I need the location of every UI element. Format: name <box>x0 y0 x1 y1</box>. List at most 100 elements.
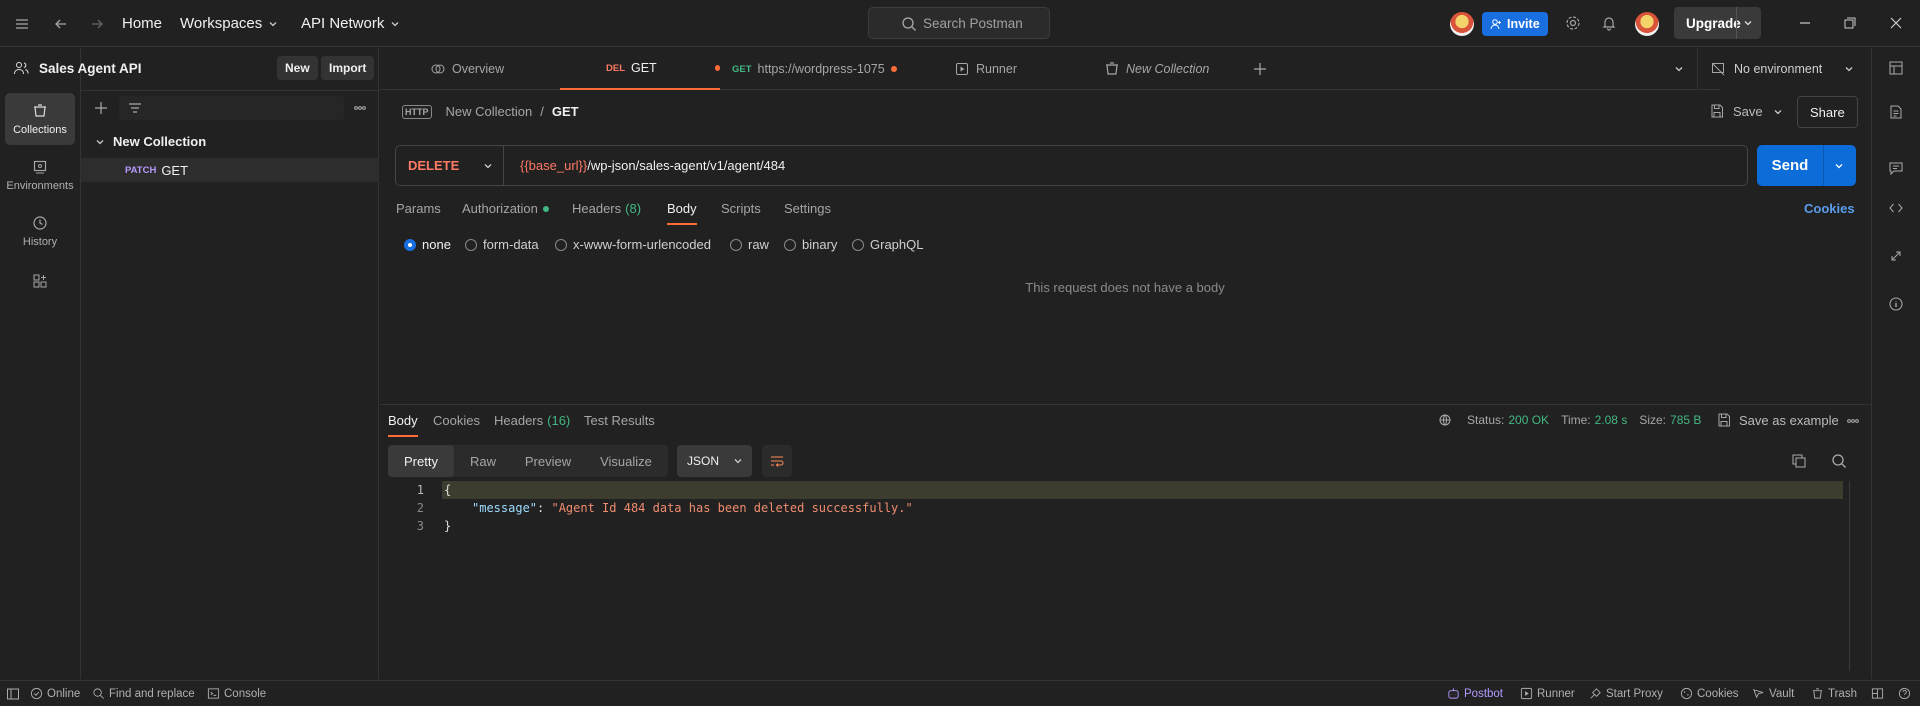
environment-quicklook-icon[interactable] <box>1888 60 1904 76</box>
more-options-icon[interactable] <box>353 101 367 115</box>
response-tab-body[interactable]: Body <box>388 413 418 437</box>
vault-button[interactable]: Vault <box>1752 681 1794 706</box>
help-icon[interactable] <box>1898 681 1911 706</box>
comments-icon[interactable] <box>1888 160 1904 176</box>
rail-item-collections[interactable]: Collections <box>5 93 75 145</box>
tab-params[interactable]: Params <box>396 201 441 216</box>
tab-overview[interactable]: Overview <box>430 48 504 90</box>
tabs-overflow-icon[interactable] <box>1674 48 1684 90</box>
tab-del-get[interactable]: DEL GET <box>560 48 720 90</box>
time-value[interactable]: 2.08 s <box>1595 413 1628 427</box>
radio-urlencoded[interactable]: x-www-form-urlencoded <box>555 237 711 252</box>
breadcrumb-parent[interactable]: New Collection <box>446 104 533 119</box>
status-label: Status: <box>1467 413 1505 427</box>
search-input[interactable]: Search Postman <box>868 7 1050 39</box>
view-pretty[interactable]: Pretty <box>388 445 454 477</box>
related-icon[interactable] <box>1888 248 1904 264</box>
size-value[interactable]: 785 B <box>1670 413 1701 427</box>
home-link[interactable]: Home <box>122 0 162 47</box>
bell-icon[interactable] <box>1601 15 1617 31</box>
tab-headers[interactable]: Headers (8) <box>572 201 641 216</box>
upgrade-button[interactable]: Upgrade <box>1674 7 1761 39</box>
cookies-link[interactable]: Cookies <box>1804 201 1855 216</box>
workspaces-menu[interactable]: Workspaces <box>180 0 278 47</box>
tab-authorization[interactable]: Authorization <box>462 201 549 216</box>
response-tab-headers[interactable]: Headers (16) <box>494 413 570 428</box>
url-input[interactable]: {{base_url}} /wp-json/sales-agent/v1/age… <box>520 146 785 185</box>
save-button[interactable]: Save <box>1709 103 1763 119</box>
start-proxy-button[interactable]: Start Proxy <box>1589 681 1663 706</box>
wrap-lines-icon[interactable] <box>762 445 792 477</box>
radio-raw[interactable]: raw <box>730 237 769 252</box>
search-response-icon[interactable] <box>1831 453 1847 469</box>
trash-button[interactable]: Trash <box>1811 681 1857 706</box>
postbot-button[interactable]: Postbot <box>1447 681 1503 706</box>
close-icon[interactable] <box>1888 15 1904 31</box>
view-visualize[interactable]: Visualize <box>584 445 668 477</box>
network-icon[interactable] <box>1438 413 1454 429</box>
restore-icon[interactable] <box>1842 15 1858 31</box>
find-replace[interactable]: Find and replace <box>92 681 195 706</box>
rail-item-environments[interactable]: Environments <box>5 149 75 201</box>
rail-item-history[interactable]: History <box>5 205 75 257</box>
save-example-button[interactable]: Save as example <box>1716 412 1839 428</box>
online-status[interactable]: Online <box>30 681 80 706</box>
documentation-icon[interactable] <box>1888 104 1904 120</box>
toggle-sidebar-icon[interactable] <box>6 681 20 706</box>
response-more-icon[interactable] <box>1846 414 1860 428</box>
send-dropdown[interactable] <box>1823 145 1844 186</box>
format-select[interactable]: JSON <box>677 445 752 477</box>
code-icon[interactable] <box>1888 200 1904 216</box>
view-preview[interactable]: Preview <box>512 445 584 477</box>
copy-icon[interactable] <box>1791 453 1807 469</box>
method-select[interactable]: DELETE <box>408 146 504 185</box>
save-dropdown-icon[interactable] <box>1773 107 1783 117</box>
team-avatar[interactable] <box>1450 12 1474 36</box>
console-button[interactable]: Console <box>207 681 266 706</box>
request-item[interactable]: PATCH GET <box>81 158 379 182</box>
user-avatar[interactable] <box>1635 12 1659 36</box>
response-tab-cookies[interactable]: Cookies <box>433 413 480 428</box>
invite-button[interactable]: Invite <box>1482 12 1548 36</box>
filter-input[interactable] <box>119 96 344 120</box>
status-value[interactable]: 200 OK <box>1508 413 1549 427</box>
request-name: GET <box>161 162 189 178</box>
view-raw[interactable]: Raw <box>454 445 512 477</box>
api-network-menu[interactable]: API Network <box>301 0 400 47</box>
share-button[interactable]: Share <box>1797 96 1858 128</box>
radio-form-data[interactable]: form-data <box>465 237 539 252</box>
add-tab-icon[interactable] <box>1252 48 1268 90</box>
back-icon[interactable] <box>53 0 69 47</box>
new-button[interactable]: New <box>277 56 318 80</box>
settings-icon[interactable] <box>1565 15 1581 31</box>
breadcrumb-current[interactable]: GET <box>552 104 579 119</box>
tab-body[interactable]: Body <box>667 201 697 225</box>
tab-runner[interactable]: Runner <box>954 48 1017 90</box>
radio-graphql[interactable]: GraphQL <box>852 237 923 252</box>
radio-binary[interactable]: binary <box>784 237 837 252</box>
minimize-icon[interactable] <box>1797 15 1813 31</box>
info-icon[interactable] <box>1888 296 1904 312</box>
rail-item-configure[interactable] <box>5 261 75 301</box>
forward-icon[interactable] <box>89 0 105 47</box>
environment-selector[interactable]: No environment <box>1697 48 1862 90</box>
scroll-track[interactable] <box>1849 481 1850 671</box>
workspace-header[interactable]: Sales Agent API <box>13 60 142 76</box>
cookies-button[interactable]: Cookies <box>1680 681 1739 706</box>
runner-button[interactable]: Runner <box>1520 681 1575 706</box>
response-body[interactable]: 1 { 2 "message": "Agent Id 484 data has … <box>380 481 1865 671</box>
upgrade-dropdown[interactable] <box>1736 7 1753 39</box>
radio-none[interactable]: none <box>404 237 451 252</box>
tab-scripts[interactable]: Scripts <box>721 201 761 216</box>
response-tab-tests[interactable]: Test Results <box>584 413 655 428</box>
people-icon <box>14 62 29 75</box>
send-button[interactable]: Send <box>1757 145 1856 186</box>
tab-new-collection[interactable]: New Collection <box>1104 48 1209 90</box>
import-button[interactable]: Import <box>321 56 375 80</box>
menu-icon[interactable] <box>14 0 30 47</box>
layout-icon[interactable] <box>1871 681 1884 706</box>
tab-settings[interactable]: Settings <box>784 201 831 216</box>
tab-get-wordpress[interactable]: GET https://wordpress-1075 <box>732 48 897 90</box>
add-icon[interactable] <box>93 100 109 116</box>
collection-item[interactable]: New Collection <box>95 134 206 149</box>
